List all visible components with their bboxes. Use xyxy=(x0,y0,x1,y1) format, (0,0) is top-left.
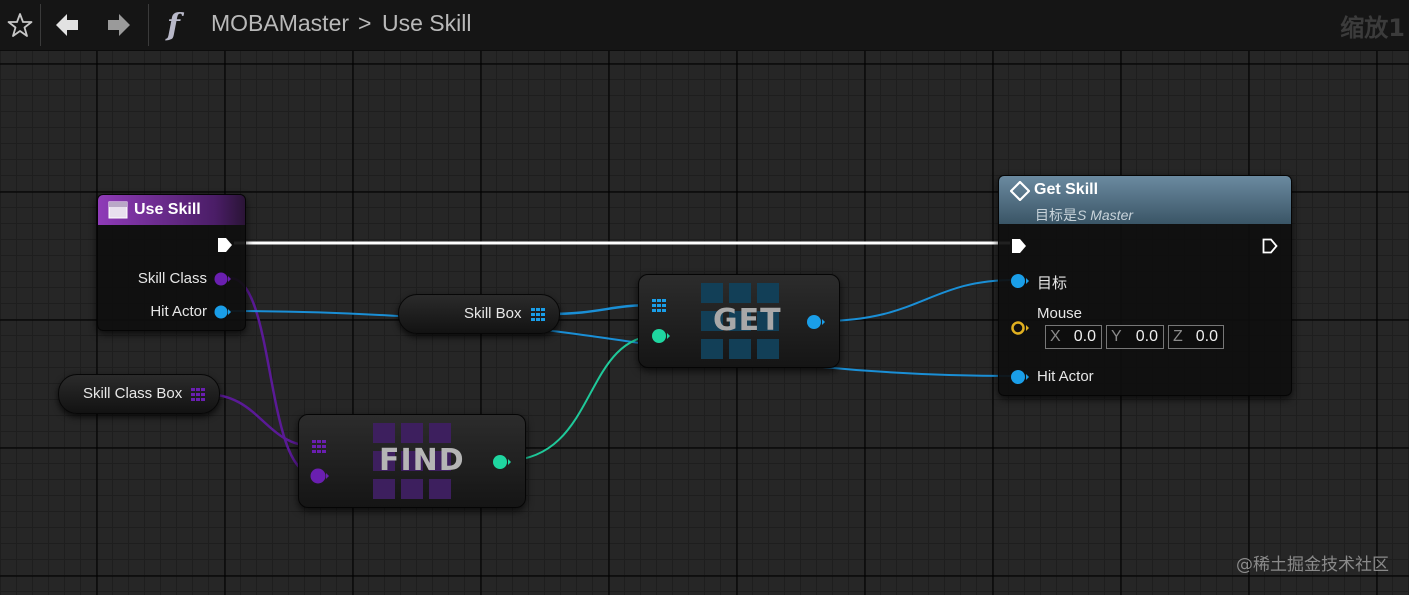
x-value: 0.0 xyxy=(1073,328,1096,345)
get-skill-node-title: Get Skill xyxy=(1034,181,1099,198)
pin-label-skill-class: Skill Class xyxy=(137,270,207,287)
y-axis-label: Y xyxy=(1111,328,1122,345)
function-call-icon xyxy=(1010,181,1030,201)
int-in-pin-icon[interactable] xyxy=(651,327,671,345)
vector-pin-icon[interactable] xyxy=(1010,319,1030,337)
array-in-pin-icon[interactable] xyxy=(652,299,666,312)
x-axis-label: X xyxy=(1050,328,1061,345)
z-value: 0.0 xyxy=(1195,328,1218,345)
object-pin-icon[interactable] xyxy=(214,304,232,320)
object-out-pin-icon[interactable] xyxy=(806,313,826,331)
pin-label-hit-actor: Hit Actor xyxy=(1037,368,1094,385)
mouse-z-input[interactable]: Z 0.0 xyxy=(1168,325,1224,349)
get-array-node[interactable]: GET xyxy=(638,274,840,368)
get-target-wire xyxy=(821,279,1015,322)
find-array-node[interactable]: FIND xyxy=(298,414,526,508)
get-skill-function-node[interactable]: Get Skill 目标是S Master 目标 Mouse Hit Actor xyxy=(998,175,1292,396)
skill-box-variable-node[interactable]: Skill Box xyxy=(398,294,560,334)
hit-actor-wire xyxy=(229,310,1015,377)
class-pin-icon[interactable] xyxy=(214,271,232,287)
use-skill-node-title: Use Skill xyxy=(134,201,201,218)
int-out-pin-icon[interactable] xyxy=(492,453,512,471)
get-skill-node-header: Get Skill 目标是S Master xyxy=(999,176,1291,224)
skill-class-box-variable-node[interactable]: Skill Class Box xyxy=(58,374,220,414)
skill-box-label: Skill Box xyxy=(464,305,522,322)
find-node-title: FIND xyxy=(379,443,465,478)
skill-class-box-wire xyxy=(204,392,313,448)
pin-label-target: 目标 xyxy=(1037,275,1068,292)
z-axis-label: Z xyxy=(1173,328,1183,345)
y-value: 0.0 xyxy=(1135,328,1158,345)
mouse-x-input[interactable]: X 0.0 xyxy=(1045,325,1102,349)
hit-actor-object-pin-icon[interactable] xyxy=(1010,368,1030,386)
exec-out-pin-icon[interactable] xyxy=(217,237,233,253)
mouse-y-input[interactable]: Y 0.0 xyxy=(1106,325,1164,349)
exec-in-pin-icon[interactable] xyxy=(1011,238,1027,254)
target-object-pin-icon[interactable] xyxy=(1010,272,1030,290)
find-index-wire xyxy=(502,334,661,462)
array-grid-icon[interactable] xyxy=(191,388,205,401)
array-in-pin-icon[interactable] xyxy=(312,440,326,453)
array-grid-icon[interactable] xyxy=(531,308,545,321)
pin-label-hit-actor: Hit Actor xyxy=(150,303,207,320)
use-skill-entry-node[interactable]: Use Skill Skill Class Hit Actor xyxy=(97,194,246,331)
use-skill-node-header: Use Skill xyxy=(98,195,245,225)
function-entry-icon xyxy=(108,201,128,219)
pin-label-mouse: Mouse xyxy=(1037,305,1083,322)
class-item-in-pin-icon[interactable] xyxy=(310,467,330,485)
get-skill-node-subtitle: 目标是S Master xyxy=(1035,207,1134,223)
watermark: @稀土掘金技术社区 xyxy=(1236,555,1389,575)
exec-out-pin-icon[interactable] xyxy=(1262,238,1278,254)
skill-class-box-label: Skill Class Box xyxy=(83,385,183,402)
get-node-title: GET xyxy=(713,303,782,338)
